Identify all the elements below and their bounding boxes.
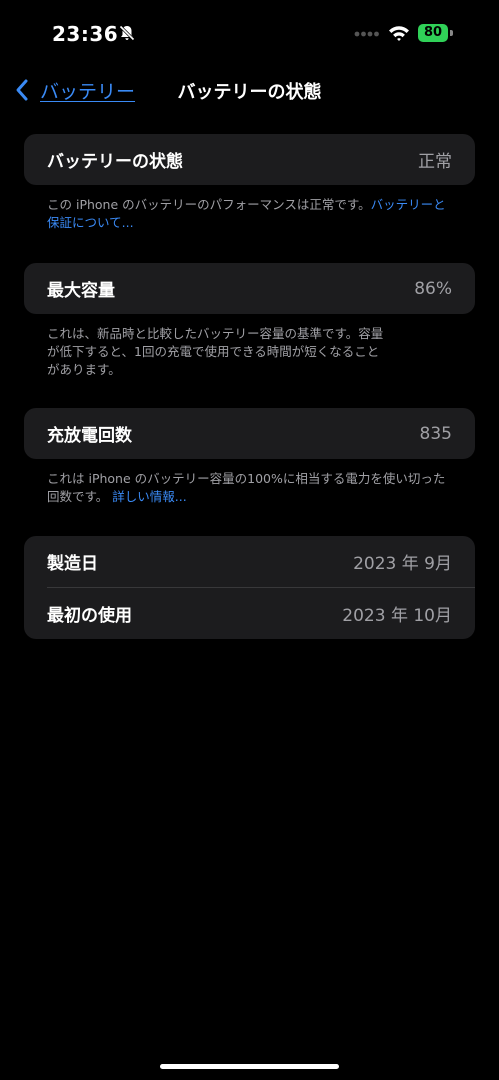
status-bar: 23:36 80 [0,0,499,70]
status-time: 23:36 [52,22,119,46]
page-title: バッテリーの状態 [177,82,322,103]
home-indicator[interactable] [160,1064,339,1069]
cycle-count-note-text: これは iPhone のバッテリー容量の100%に相当する電力を使い切った回数で… [47,471,446,504]
cycle-count-label: 充放電回数 [47,426,132,446]
cycle-count-row: 充放電回数 835 [24,408,475,459]
battery-health-row: バッテリーの状態 正常 [24,134,475,185]
manufacture-date-row: 製造日 2023 年 9月 [24,536,475,587]
battery-health-note-text: この iPhone のバッテリーのパフォーマンスは正常です。 [47,197,371,212]
wifi-icon [389,26,409,41]
cycle-count-note: これは iPhone のバッテリー容量の100%に相当する電力を使い切った回数で… [47,470,457,506]
battery-health-label: バッテリーの状態 [47,152,183,172]
silent-bell-icon [119,25,135,41]
manufacture-date-label: 製造日 [47,554,98,574]
battery-tip [450,30,453,36]
max-capacity-note: これは、新品時と比較したバッテリー容量の基準です。容量 が低下すると、1回の充電… [47,325,457,379]
max-capacity-value: 86% [414,278,452,299]
battery-health-value: 正常 [418,152,452,172]
battery-health-note: この iPhone のバッテリーのパフォーマンスは正常です。バッテリーと保証につ… [47,196,457,232]
first-use-label: 最初の使用 [47,606,132,626]
signal-dots-icon [354,31,379,37]
dates-card: 製造日 2023 年 9月 最初の使用 2023 年 10月 [24,536,475,639]
manufacture-date-value: 2023 年 9月 [353,554,452,574]
max-capacity-card: 最大容量 86% [24,263,475,314]
cycle-count-value: 835 [419,423,452,444]
navigation-bar: バッテリー バッテリーの状態 [0,70,499,110]
first-use-row: 最初の使用 2023 年 10月 [24,588,475,639]
max-capacity-note-line: が低下すると、1回の充電で使用できる時間が短くなること [47,344,380,359]
battery-level: 80 [418,24,448,42]
learn-more-link[interactable]: 詳しい情報... [112,489,186,504]
max-capacity-note-line: これは、新品時と比較したバッテリー容量の基準です。容量 [47,326,384,341]
first-use-value: 2023 年 10月 [342,606,452,626]
max-capacity-label: 最大容量 [47,281,115,301]
battery-health-card: バッテリーの状態 正常 [24,134,475,185]
max-capacity-note-line: があります。 [47,362,121,377]
cycle-count-card: 充放電回数 835 [24,408,475,459]
battery-icon: 80 [418,24,454,42]
max-capacity-row: 最大容量 86% [24,263,475,314]
